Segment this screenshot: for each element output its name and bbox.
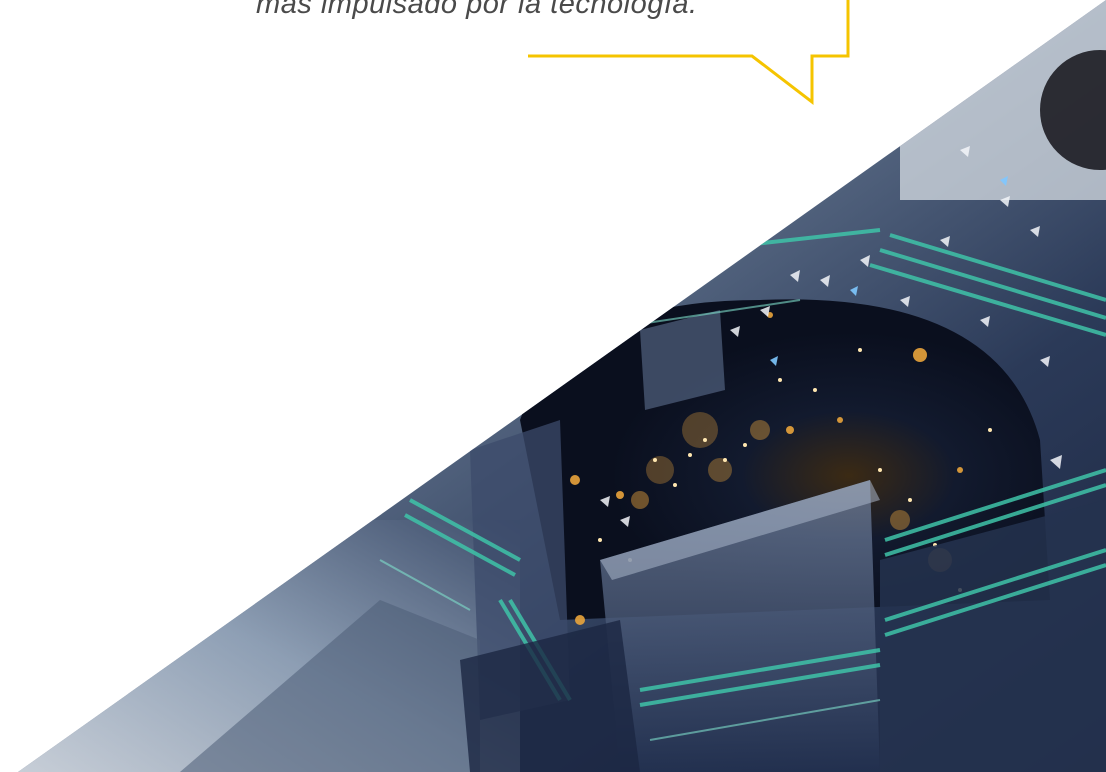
page: más impulsado por la tecnología. — [0, 0, 1106, 772]
quote-text: más impulsado por la tecnología. — [256, 0, 698, 20]
tech-cityscape-image — [18, 0, 1106, 772]
